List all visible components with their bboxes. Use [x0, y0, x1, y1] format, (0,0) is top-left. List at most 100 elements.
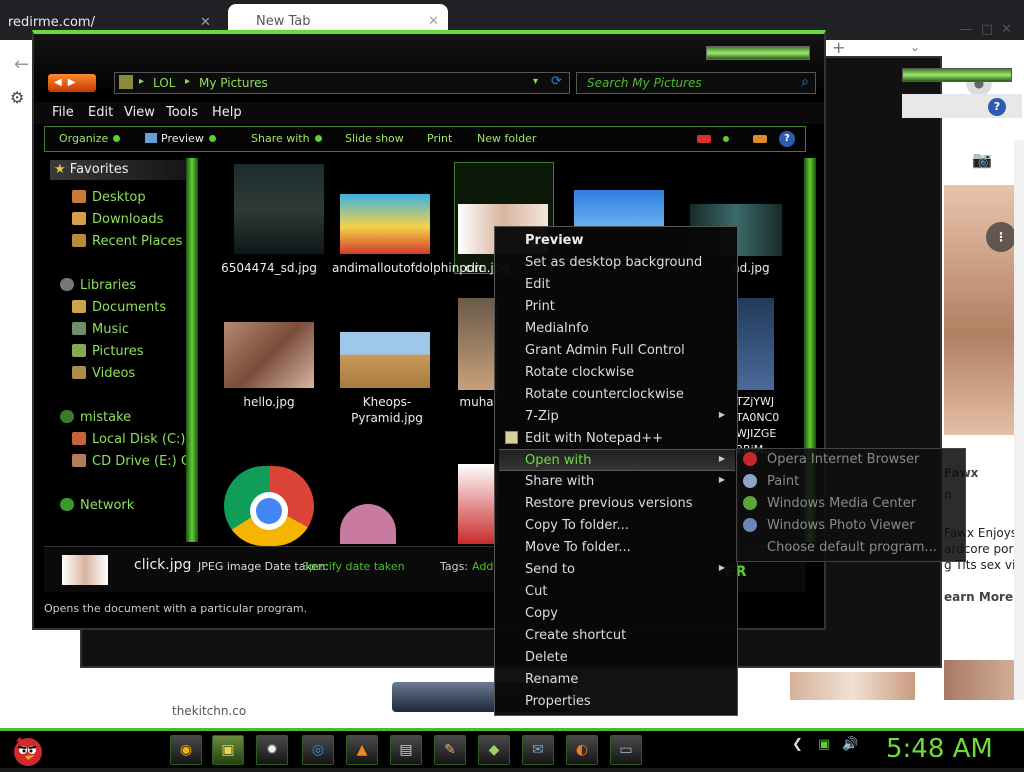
nav-pictures[interactable]: Pictures: [72, 344, 143, 359]
chevron-right-icon[interactable]: ▸: [185, 76, 190, 87]
window-controls[interactable]: —□✕: [960, 22, 1020, 37]
nav-libraries[interactable]: Libraries: [60, 278, 136, 293]
menu-item-edit[interactable]: Edit: [499, 274, 735, 296]
window-control-strip[interactable]: [902, 68, 1012, 82]
clock[interactable]: 5:48 AM: [886, 734, 993, 764]
file-name[interactable]: clic: [450, 260, 500, 276]
share-with-button[interactable]: Share with: [251, 132, 322, 145]
breadcrumb-segment[interactable]: My Pictures: [199, 76, 268, 90]
start-button[interactable]: [6, 731, 48, 769]
nav-documents[interactable]: Documents: [72, 300, 166, 315]
result-thumbnail[interactable]: [790, 672, 915, 700]
menu-item-copy[interactable]: Copy: [499, 603, 735, 625]
refresh-icon[interactable]: ⟳: [551, 74, 562, 89]
file-thumbnail[interactable]: [738, 298, 774, 390]
menu-item-cut[interactable]: Cut: [499, 581, 735, 603]
window-controls[interactable]: [706, 46, 810, 60]
menu-item-print[interactable]: Print: [499, 296, 735, 318]
file-thumbnail[interactable]: [224, 322, 314, 388]
file-thumbnail[interactable]: [458, 298, 498, 390]
organize-button[interactable]: Organize: [59, 132, 121, 145]
view-options-icon[interactable]: [697, 135, 711, 143]
view-toggle-icon[interactable]: [723, 136, 729, 142]
nav-recent-places[interactable]: Recent Places: [72, 234, 182, 249]
file-name[interactable]: 6504474_sd.jpg: [214, 260, 324, 276]
menu-item-set-desktop-background[interactable]: Set as desktop background: [499, 252, 735, 274]
menu-item-move-to-folder[interactable]: Move To folder...: [499, 537, 735, 559]
preview-button[interactable]: Preview: [145, 132, 216, 145]
menu-item-rotate-clockwise[interactable]: Rotate clockwise: [499, 362, 735, 384]
print-button[interactable]: Print: [427, 132, 452, 145]
file-thumbnail[interactable]: [234, 164, 324, 254]
new-tab-button[interactable]: +: [832, 38, 845, 57]
close-icon[interactable]: ✕: [428, 14, 439, 29]
date-taken-field[interactable]: Specify date taken: [302, 560, 405, 573]
taskbar-spider[interactable]: ✹: [256, 735, 288, 765]
menu-item-share-with[interactable]: Share with ▶: [499, 471, 735, 493]
submenu-item-paint[interactable]: Paint: [739, 471, 965, 493]
menu-edit[interactable]: Edit: [88, 105, 113, 120]
more-options-icon[interactable]: ⋮: [986, 222, 1016, 252]
taskbar-explorer[interactable]: ▣: [212, 735, 244, 765]
menu-item-copy-to-folder[interactable]: Copy To folder...: [499, 515, 735, 537]
result-thumbnail[interactable]: [944, 660, 1024, 700]
nav-downloads[interactable]: Downloads: [72, 212, 163, 227]
nav-music[interactable]: Music: [72, 322, 129, 337]
file-thumbnail[interactable]: [458, 464, 498, 544]
network-status-icon[interactable]: ▣: [818, 737, 830, 752]
taskbar-paint[interactable]: ✎: [434, 735, 466, 765]
submenu-item-media-center[interactable]: Windows Media Center: [739, 493, 965, 515]
taskbar-window[interactable]: ▭: [610, 735, 642, 765]
browser-scrollbar[interactable]: [1014, 140, 1024, 700]
new-folder-button[interactable]: New folder: [477, 132, 536, 145]
menu-item-send-to[interactable]: Send to ▶: [499, 559, 735, 581]
menu-item-7zip[interactable]: 7-Zip ▶: [499, 406, 735, 428]
help-icon[interactable]: ?: [988, 98, 1006, 116]
taskbar-chrome[interactable]: ◉: [170, 735, 202, 765]
nav-videos[interactable]: Videos: [72, 366, 135, 381]
nav-desktop[interactable]: Desktop: [72, 190, 146, 205]
file-name[interactable]: andimalloutofdolphinporn.jpg: [332, 260, 509, 276]
tags-field[interactable]: Add: [472, 560, 493, 573]
menu-view[interactable]: View: [124, 105, 155, 120]
learn-more-link[interactable]: earn More: [944, 590, 1013, 604]
search-result-image[interactable]: [944, 185, 1024, 435]
search-icon[interactable]: ⌕: [801, 74, 809, 90]
taskbar-vlc[interactable]: ▲: [346, 735, 378, 765]
file-thumbnail[interactable]: [574, 190, 664, 230]
camera-icon[interactable]: 📷: [972, 150, 992, 169]
tray-expand-icon[interactable]: ❮: [792, 737, 803, 752]
back-arrow-icon[interactable]: ←: [14, 54, 29, 75]
preview-pane-icon[interactable]: [753, 135, 767, 143]
taskbar-print[interactable]: ▤: [390, 735, 422, 765]
menu-item-grant-admin[interactable]: Grant Admin Full Control: [499, 340, 735, 362]
menu-item-create-shortcut[interactable]: Create shortcut: [499, 625, 735, 647]
menu-item-mediainfo[interactable]: MediaInfo: [499, 318, 735, 340]
nav-scrollbar[interactable]: [186, 158, 198, 542]
file-thumbnail[interactable]: [340, 504, 396, 544]
search-box[interactable]: Search My Pictures ⌕: [576, 72, 816, 94]
dropdown-icon[interactable]: ▾: [533, 76, 538, 87]
menu-item-edit-notepad[interactable]: Edit with Notepad++: [499, 428, 735, 450]
menu-item-restore-previous-versions[interactable]: Restore previous versions: [499, 493, 735, 515]
file-thumbnail[interactable]: [340, 194, 430, 254]
menu-item-rotate-counterclockwise[interactable]: Rotate counterclockwise: [499, 384, 735, 406]
file-name[interactable]: hello.jpg: [214, 394, 324, 410]
volume-icon[interactable]: 🔊: [842, 737, 858, 752]
menu-file[interactable]: File: [52, 105, 74, 120]
submenu-item-photo-viewer[interactable]: Windows Photo Viewer: [739, 515, 965, 537]
menu-tools[interactable]: Tools: [166, 105, 198, 120]
slide-show-button[interactable]: Slide show: [345, 132, 404, 145]
chevron-right-icon[interactable]: ▸: [139, 76, 144, 87]
file-thumbnail[interactable]: [340, 332, 430, 388]
menu-item-properties[interactable]: Properties: [499, 691, 735, 713]
menu-item-preview[interactable]: Preview: [499, 230, 735, 252]
nav-local-disk[interactable]: Local Disk (C:): [72, 432, 185, 447]
back-forward-buttons[interactable]: ◀▶: [48, 74, 96, 92]
address-bar[interactable]: ▸ LOL ▸ My Pictures ▾ ⟳: [114, 72, 570, 94]
nav-cd-drive[interactable]: CD Drive (E:) G: [72, 454, 191, 469]
menu-item-delete[interactable]: Delete: [499, 647, 735, 669]
chevron-down-icon[interactable]: ⌄: [910, 40, 920, 54]
nav-mistake[interactable]: mistake: [60, 410, 131, 425]
search-input[interactable]: Search My Pictures: [587, 76, 702, 90]
